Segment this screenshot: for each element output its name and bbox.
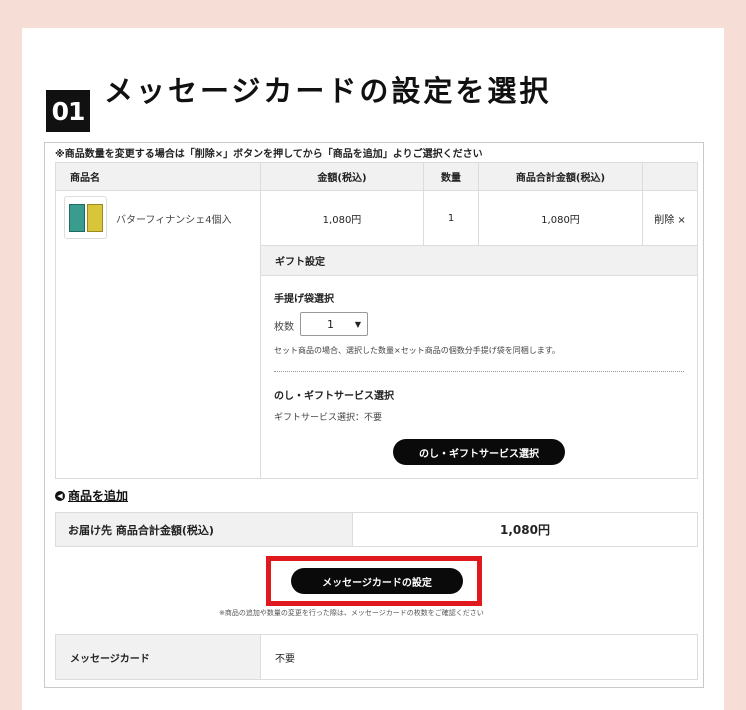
delete-button[interactable]: 削除 × (654, 211, 686, 226)
header-price: 金額(税込) (260, 162, 424, 191)
delete-cell: 削除 × (642, 190, 698, 246)
gift-service-title: のし・ギフトサービス選択 (274, 391, 394, 402)
gift-service-button[interactable]: のし・ギフトサービス選択 (393, 439, 565, 465)
header-qty: 数量 (423, 162, 479, 191)
chevron-left-icon: ◀ (55, 490, 65, 501)
add-product-link[interactable]: ◀ 商品を追加 (55, 487, 128, 504)
bag-count-select[interactable]: 1 ▼ (300, 312, 368, 336)
bag-title: 手提げ袋選択 (274, 294, 334, 305)
count-label: 枚数 (274, 322, 294, 333)
header-product: 商品名 (55, 162, 261, 191)
qty-cell: 1 (423, 190, 479, 246)
price-cell: 1,080円 (260, 190, 424, 246)
highlight-box (266, 556, 482, 606)
message-note: ※商品の追加や数量の変更を行った際は、メッセージカードの枚数をご確認ください (219, 609, 484, 617)
product-name[interactable]: バターフィナンシェ4個入 (116, 211, 232, 226)
step-title: メッセージカードの設定を選択 (104, 74, 552, 108)
subtotal-cell: 1,080円 (478, 190, 643, 246)
product-image[interactable] (64, 196, 107, 239)
gift-settings-header: ギフト設定 (260, 245, 698, 276)
header-subtotal: 商品合計金額(税込) (478, 162, 643, 191)
total-value: 1,080円 (352, 512, 698, 547)
header-action (642, 162, 698, 191)
message-card-value: 不要 (260, 634, 698, 680)
step-number-badge: 01 (46, 90, 90, 132)
bag-note: セット商品の場合、選択した数量×セット商品の個数分手提げ袋を同梱します。 (274, 346, 560, 355)
quantity-notice: ※商品数量を変更する場合は「削除×」ボタンを押してから「商品を追加」よりご選択く… (55, 149, 483, 160)
gift-service-status: ギフトサービス選択：不要 (274, 413, 383, 423)
divider (274, 371, 684, 372)
chevron-down-icon: ▼ (354, 319, 361, 329)
total-label: お届け先 商品合計金額(税込) (55, 512, 353, 547)
message-card-label: メッセージカード (55, 634, 261, 680)
